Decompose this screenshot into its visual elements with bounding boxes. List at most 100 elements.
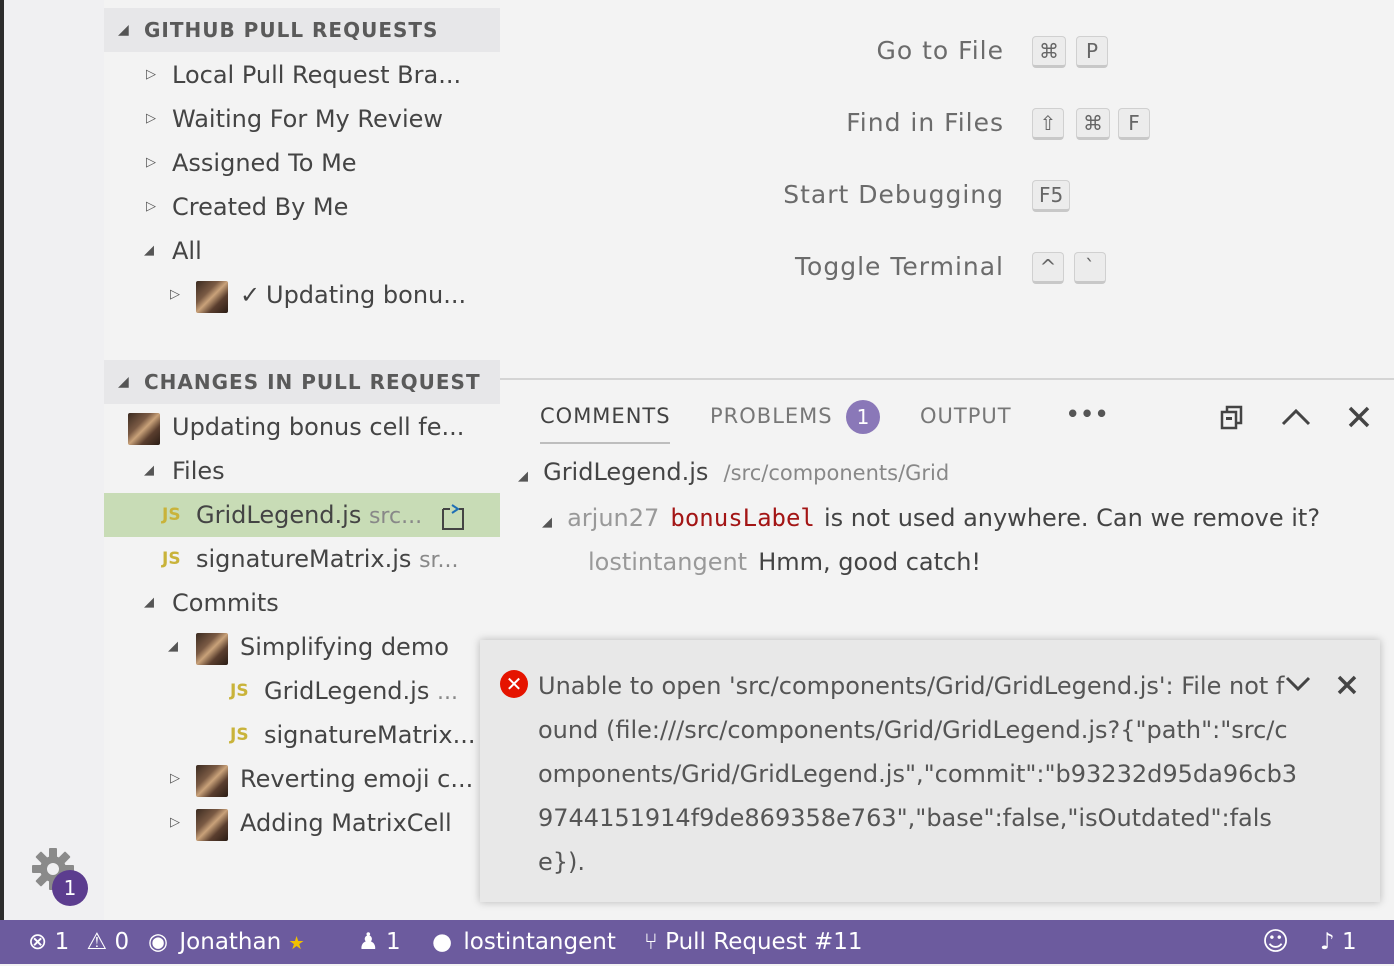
tree-item-pr[interactable]: ▷ ✓ Updating bonu... xyxy=(104,273,500,317)
feedback-smiley-icon[interactable]: ☺ xyxy=(1262,920,1289,964)
notification-count: 1 xyxy=(1342,929,1357,955)
branch-status[interactable]: ⑂ Pull Request #11 xyxy=(644,920,863,964)
shortcut-label: Find in Files xyxy=(846,108,1004,137)
js-file-icon: JS xyxy=(230,681,249,701)
status-bar: ⊗ 1 ⚠ 0 ◉ Jonathan ★ ♟ 1 ● lostintangent… xyxy=(0,920,1394,964)
tree-item-label: Commits xyxy=(172,589,279,617)
error-count: 1 xyxy=(54,929,70,955)
close-panel-icon[interactable] xyxy=(1346,404,1372,434)
user-name: Jonathan xyxy=(179,929,282,955)
gear-badge: 1 xyxy=(52,870,88,906)
reply-author: lostintangent xyxy=(588,548,748,576)
chevron-down-icon: ◢ xyxy=(118,374,129,390)
warning-count: 0 xyxy=(114,929,130,955)
tree-item-label: All xyxy=(172,237,202,265)
activity-bar-background xyxy=(4,0,104,920)
tree-item-label: Files xyxy=(172,457,225,485)
tree-item-label: Local Pull Request Bra... xyxy=(172,61,462,89)
tree-item-files[interactable]: ◢ Files xyxy=(104,449,500,493)
chevron-down-icon[interactable] xyxy=(1284,672,1312,698)
shortcut-label: Start Debugging xyxy=(783,180,1004,209)
key-cap: P xyxy=(1076,36,1108,68)
error-icon: ✕ xyxy=(500,670,528,698)
changes-in-pull-request-header[interactable]: ◢ CHANGES IN PULL REQUEST xyxy=(104,360,500,404)
file-description: sr... xyxy=(419,548,459,573)
tree-item-all[interactable]: ◢ All xyxy=(104,229,500,273)
tree-item-commit[interactable]: ▷ Reverting emoji c... xyxy=(104,757,500,801)
avatar xyxy=(196,809,228,841)
tree-item-label: Simplifying demo xyxy=(240,633,449,661)
github-pull-requests-header[interactable]: ◢ GITHUB PULL REQUESTS xyxy=(104,8,500,52)
tree-item-commit[interactable]: ▷ Adding MatrixCell xyxy=(104,801,500,845)
tree-item-label: Updating bonus cell fe... xyxy=(172,413,465,441)
warning-icon: ⚠ xyxy=(86,929,108,955)
file-description: src... xyxy=(368,504,423,529)
error-notification: ✕ Unable to open 'src/components/Grid/Gr… xyxy=(480,640,1380,902)
avatar xyxy=(128,413,160,445)
tree-item-pr-title[interactable]: Updating bonus cell fe... xyxy=(104,405,500,449)
tree-item-commit[interactable]: ◢ Simplifying demo xyxy=(104,625,500,669)
comment-code: bonusLabel xyxy=(670,504,815,532)
more-icon[interactable]: ••• xyxy=(1066,402,1109,426)
tab-comments[interactable]: COMMENTS xyxy=(540,404,671,428)
avatar xyxy=(196,281,228,313)
active-tab-indicator xyxy=(540,442,670,444)
chevron-right-icon: ▷ xyxy=(146,111,156,126)
chevron-down-icon: ◢ xyxy=(542,515,552,530)
tree-item-label: Adding MatrixCell xyxy=(240,809,452,837)
file-name: signatureMatrix... xyxy=(264,721,476,749)
chevron-down-icon: ◢ xyxy=(144,243,154,258)
comment-file-row[interactable]: ◢ GridLegend.js /src/components/Grid xyxy=(518,452,949,492)
file-name: GridLegend.js xyxy=(264,677,430,705)
live-share-user[interactable]: ◉ Jonathan ★ xyxy=(148,920,305,966)
comment-file-path: /src/components/Grid xyxy=(723,461,950,485)
tree-item-label: Waiting For My Review xyxy=(172,105,444,133)
key-cap: ^ xyxy=(1032,252,1064,284)
close-notification-icon[interactable] xyxy=(1336,674,1358,700)
key-cap: ⌘ xyxy=(1076,108,1110,140)
check-icon: ✓ xyxy=(240,281,261,309)
shortcut-label: Go to File xyxy=(876,36,1004,65)
git-branch-icon: ⑂ xyxy=(644,929,658,955)
avatar xyxy=(196,765,228,797)
key-cap: ` xyxy=(1074,252,1106,284)
tree-item-commit-file[interactable]: JS GridLegend.js ... xyxy=(104,669,500,713)
section-title: CHANGES IN PULL REQUEST xyxy=(144,370,481,394)
tab-output[interactable]: OUTPUT xyxy=(920,404,1012,428)
github-user-status[interactable]: ● lostintangent xyxy=(432,920,616,964)
js-file-icon: JS xyxy=(230,725,249,745)
participants-status[interactable]: ♟ 1 xyxy=(358,920,401,964)
comment-row[interactable]: ◢ arjun27 bonusLabel is not used anywher… xyxy=(542,498,1320,538)
chevron-down-icon: ◢ xyxy=(518,469,528,484)
tree-item-assigned[interactable]: ▷ Assigned To Me xyxy=(104,141,500,185)
collapse-all-icon[interactable] xyxy=(1218,402,1248,436)
key-cap: F5 xyxy=(1032,180,1071,212)
shortcut-label: Toggle Terminal xyxy=(795,252,1004,281)
reply-row[interactable]: lostintangent Hmm, good catch! xyxy=(588,542,981,582)
notifications-status[interactable]: ♪ 1 xyxy=(1320,920,1357,964)
notification-message: Unable to open 'src/components/Grid/Grid… xyxy=(538,672,1298,876)
tab-problems[interactable]: PROBLEMS xyxy=(710,404,833,428)
chevron-down-icon: ◢ xyxy=(118,22,129,38)
reply-text: Hmm, good catch! xyxy=(758,548,982,576)
tree-item-commit-file[interactable]: JS signatureMatrix... xyxy=(104,713,500,757)
maximize-panel-icon[interactable] xyxy=(1280,402,1312,436)
tree-item-label: Updating bonu... xyxy=(266,281,467,309)
participant-count: 1 xyxy=(385,929,401,955)
tree-item-label: Created By Me xyxy=(172,193,349,221)
tree-item-created[interactable]: ▷ Created By Me xyxy=(104,185,500,229)
key-cap: F xyxy=(1118,108,1150,140)
tree-item-file-gridlegend[interactable]: JS GridLegend.js src... xyxy=(104,493,500,537)
chevron-right-icon: ▷ xyxy=(146,199,156,214)
tree-item-file-signaturematrix[interactable]: JS signatureMatrix.js sr... xyxy=(104,537,500,581)
comment-text: is not used anywhere. Can we remove it? xyxy=(823,504,1321,532)
js-file-icon: JS xyxy=(162,505,181,525)
tree-item-waiting-review[interactable]: ▷ Waiting For My Review xyxy=(104,97,500,141)
tree-item-commits[interactable]: ◢ Commits xyxy=(104,581,500,625)
section-title: GITHUB PULL REQUESTS xyxy=(144,18,439,42)
tree-item-local-branches[interactable]: ▷ Local Pull Request Bra... xyxy=(104,53,500,97)
chevron-right-icon: ▷ xyxy=(170,771,180,786)
star-icon: ★ xyxy=(288,933,305,954)
chevron-right-icon: ▷ xyxy=(170,815,180,830)
problems-status[interactable]: ⊗ 1 ⚠ 0 xyxy=(28,920,129,964)
